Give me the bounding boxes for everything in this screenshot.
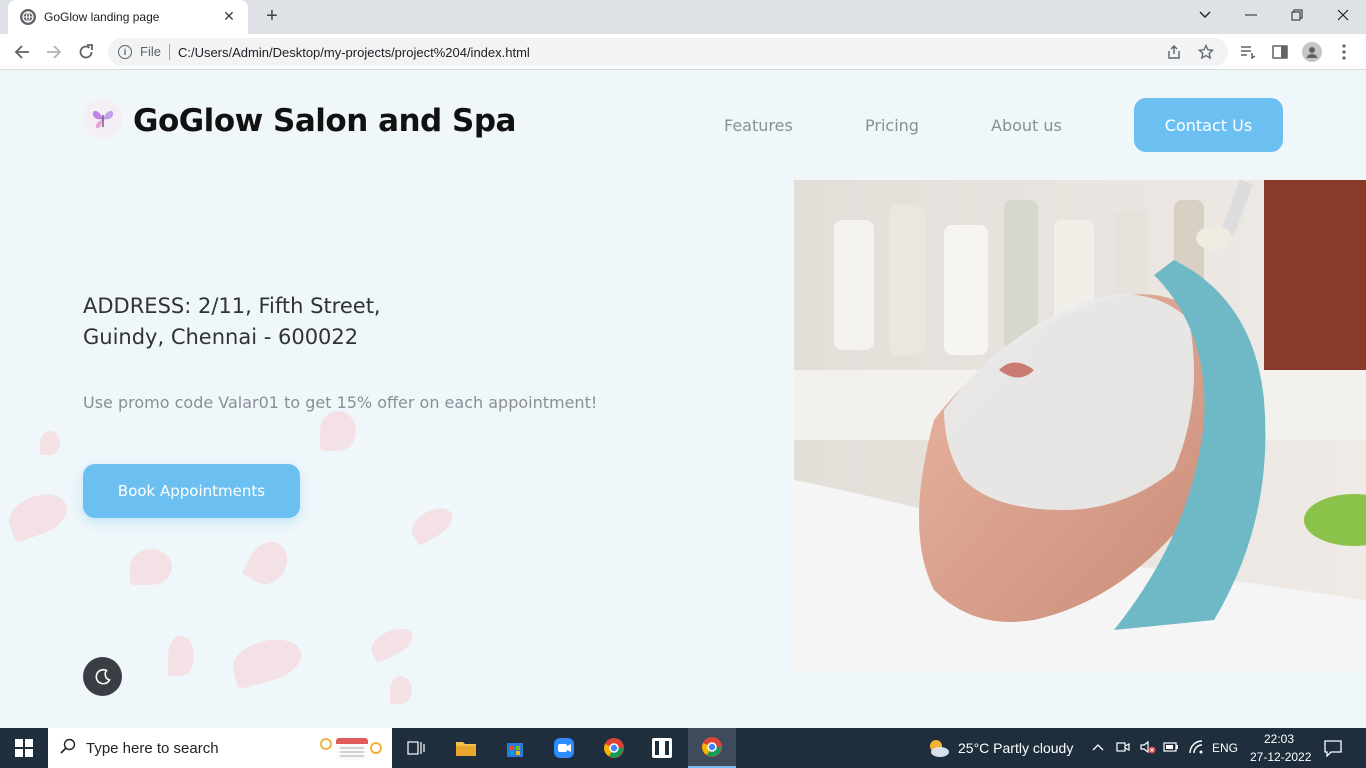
windows-start-icon[interactable] bbox=[0, 728, 48, 768]
weather-text[interactable]: 25°C Partly cloudy bbox=[958, 740, 1073, 756]
promo-text: Use promo code Valar01 to get 15% offer … bbox=[83, 393, 598, 412]
zoom-icon[interactable] bbox=[540, 728, 588, 768]
url-text[interactable]: C:/Users/Admin/Desktop/my-projects/proje… bbox=[178, 45, 530, 60]
minimize-button[interactable] bbox=[1228, 0, 1274, 30]
browser-tab[interactable]: GoGlow landing page ✕ bbox=[8, 0, 248, 34]
window-close-button[interactable] bbox=[1320, 0, 1366, 30]
notification-icon[interactable] bbox=[1324, 739, 1342, 762]
menu-icon[interactable] bbox=[1334, 42, 1354, 62]
windows-taskbar: Type here to search 25°C Partly cloudy E… bbox=[0, 728, 1366, 768]
close-icon[interactable]: ✕ bbox=[220, 9, 238, 25]
clock-time[interactable]: 22:03 bbox=[1264, 732, 1294, 746]
file-explorer-icon[interactable] bbox=[442, 728, 490, 768]
chevron-up-icon[interactable] bbox=[1092, 740, 1104, 754]
petal-decoration bbox=[390, 676, 412, 704]
wifi-icon[interactable] bbox=[1188, 739, 1204, 760]
nav-link-features[interactable]: Features bbox=[724, 116, 793, 135]
file-scheme-label: File bbox=[140, 44, 170, 60]
petal-decoration bbox=[320, 411, 356, 451]
butterfly-logo-icon[interactable] bbox=[83, 99, 123, 139]
tab-search-chevron-icon[interactable] bbox=[1182, 0, 1228, 30]
moon-icon[interactable] bbox=[83, 657, 122, 696]
forward-icon[interactable] bbox=[42, 40, 66, 64]
profile-icon[interactable] bbox=[1302, 42, 1322, 62]
petal-decoration bbox=[228, 632, 306, 690]
address-text: ADDRESS: 2/11, Fifth Street, Guindy, Che… bbox=[83, 291, 381, 353]
app-icon[interactable] bbox=[638, 728, 686, 768]
search-placeholder: Type here to search bbox=[86, 739, 219, 757]
star-icon[interactable] bbox=[1196, 43, 1216, 60]
side-panel-icon[interactable] bbox=[1270, 42, 1290, 62]
taskbar-search-box[interactable]: Type here to search bbox=[48, 728, 392, 768]
tab-title: GoGlow landing page bbox=[44, 10, 160, 24]
address-line-2: Guindy, Chennai - 600022 bbox=[83, 325, 359, 349]
book-appointments-button[interactable]: Book Appointments bbox=[83, 464, 300, 518]
reload-icon[interactable] bbox=[74, 40, 98, 64]
petal-decoration bbox=[40, 431, 60, 455]
address-line-1: ADDRESS: 2/11, Fifth Street, bbox=[83, 294, 381, 318]
chrome-icon[interactable] bbox=[688, 728, 736, 768]
hero-facial-image bbox=[794, 180, 1366, 672]
battery-icon[interactable] bbox=[1163, 740, 1179, 758]
browser-toolbar: i File C:/Users/Admin/Desktop/my-project… bbox=[0, 34, 1366, 70]
task-view-icon[interactable] bbox=[392, 728, 440, 768]
store-icon[interactable] bbox=[491, 728, 539, 768]
petal-decoration bbox=[406, 501, 458, 547]
tab-strip: GoGlow landing page ✕ + bbox=[0, 0, 1366, 34]
globe-icon bbox=[20, 9, 36, 25]
contact-us-button[interactable]: Contact Us bbox=[1134, 98, 1283, 152]
petal-decoration bbox=[3, 486, 73, 544]
new-tab-button[interactable]: + bbox=[260, 5, 284, 29]
web-page: GoGlow Salon and Spa Features Pricing Ab… bbox=[0, 71, 1366, 728]
petal-decoration bbox=[168, 636, 194, 676]
nav-link-pricing[interactable]: Pricing bbox=[865, 116, 919, 135]
meet-now-icon[interactable] bbox=[1115, 739, 1131, 760]
reading-list-icon[interactable] bbox=[1238, 42, 1258, 62]
share-icon[interactable] bbox=[1164, 44, 1184, 60]
restore-button[interactable] bbox=[1274, 0, 1320, 30]
address-bar[interactable]: i File C:/Users/Admin/Desktop/my-project… bbox=[108, 38, 1228, 66]
chrome-profile-icon[interactable] bbox=[590, 728, 638, 768]
petal-decoration bbox=[130, 549, 172, 585]
calendar-highlight-icon bbox=[318, 734, 384, 766]
nav-link-about-us[interactable]: About us bbox=[991, 116, 1062, 135]
petal-decoration bbox=[366, 622, 418, 664]
back-icon[interactable] bbox=[10, 40, 34, 64]
petal-decoration bbox=[241, 534, 295, 592]
clock-date[interactable]: 27-12-2022 bbox=[1250, 750, 1311, 764]
info-icon[interactable]: i bbox=[118, 45, 132, 59]
brand-title[interactable]: GoGlow Salon and Spa bbox=[133, 103, 516, 139]
volume-muted-icon[interactable] bbox=[1139, 739, 1157, 760]
search-icon bbox=[60, 738, 76, 758]
language-indicator[interactable]: ENG bbox=[1212, 741, 1238, 755]
weather-icon[interactable] bbox=[926, 736, 950, 764]
